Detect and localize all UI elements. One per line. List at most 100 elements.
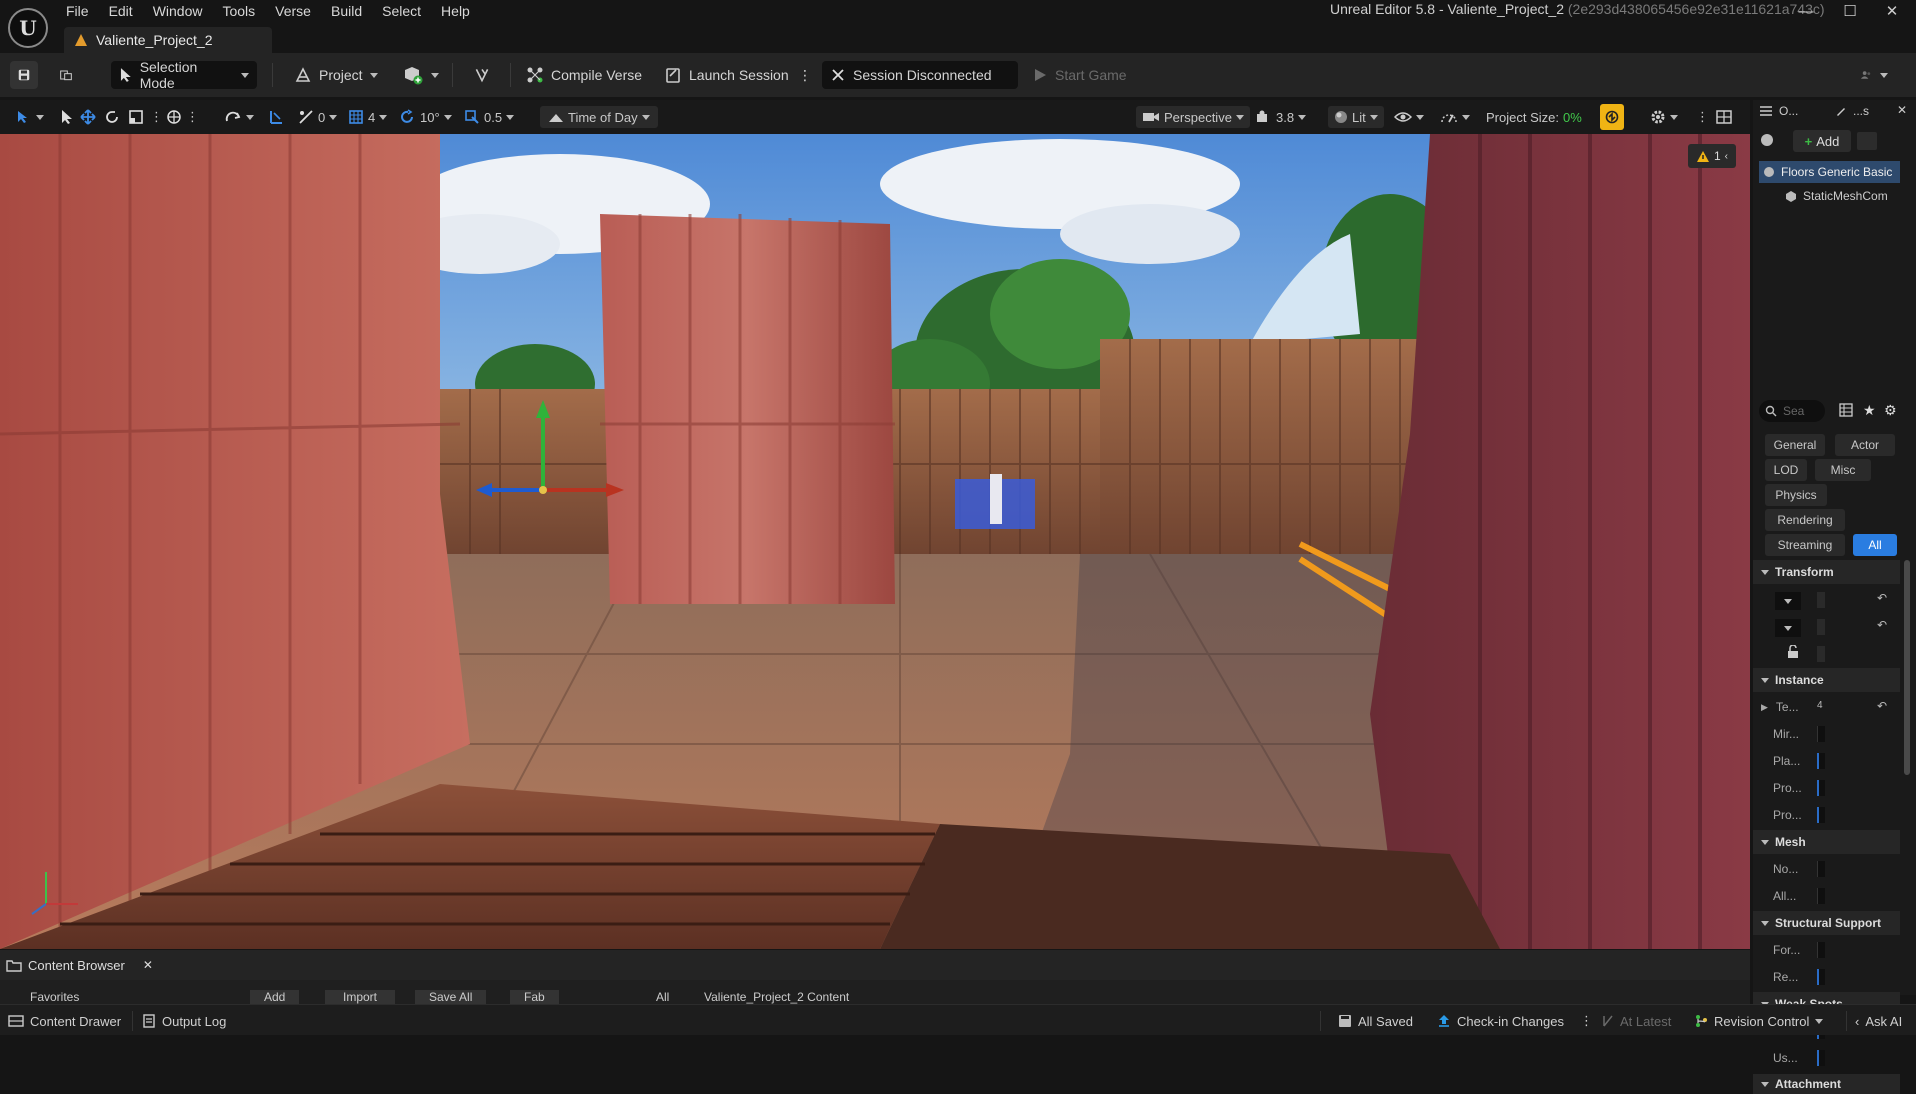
add-content-dropdown[interactable] [394,61,447,89]
transform-section-header[interactable]: Transform [1753,560,1900,584]
filter-lod[interactable]: LOD [1765,459,1807,481]
close-panel-icon[interactable]: ✕ [1897,103,1907,117]
details-search-input[interactable]: Sea [1759,400,1825,422]
property-value[interactable] [1817,969,1825,985]
outliner-item-selected[interactable]: Floors Generic Basic [1759,161,1900,183]
menu-file[interactable]: File [60,3,103,21]
filter-all[interactable]: All [1853,534,1897,556]
lock-icon[interactable] [1787,644,1799,662]
selection-mode-dropdown[interactable]: Selection Mode [111,59,257,91]
more-world-icon[interactable]: ⋮ [186,106,199,128]
menu-verse[interactable]: Verse [269,3,325,21]
camera-speed-dropdown[interactable]: 3.8 [1256,106,1307,128]
filter-general[interactable]: General [1765,434,1825,456]
project-dropdown[interactable]: Project [286,61,386,89]
compile-verse-button[interactable]: Compile Verse [518,61,650,89]
surface-snap-dropdown[interactable] [224,106,254,128]
attachment-section-header[interactable]: Attachment [1753,1074,1900,1094]
show-dropdown[interactable] [1394,106,1424,128]
property-value[interactable]: 4 [1817,700,1823,711]
minimize-icon[interactable]: — [1786,0,1826,22]
structural-section-header[interactable]: Structural Support [1753,911,1900,935]
viewport-options-dropdown[interactable] [16,106,44,128]
select-tool-icon[interactable] [60,106,74,128]
viewport-more-icon[interactable]: ⋮ [1696,106,1709,128]
star-icon[interactable]: ★ [1863,402,1876,419]
fab-button[interactable]: Fab [510,990,559,1004]
path-project[interactable]: Valiente_Project_2 Content [704,990,849,1004]
ask-ai-button[interactable]: ‹ Ask AI [1855,1011,1902,1031]
mesh-section-header[interactable]: Mesh [1753,830,1900,854]
grid-snap-dropdown[interactable]: 4 [348,106,388,128]
menu-window[interactable]: Window [147,3,217,21]
outliner-tab[interactable]: O... [1759,104,1798,118]
time-of-day-dropdown[interactable]: Time of Day [540,106,658,128]
property-value[interactable] [1817,1050,1825,1066]
angle-snap-dropdown[interactable]: 10° [400,106,452,128]
verse-icon[interactable] [466,61,498,89]
all-saved-status[interactable]: All Saved [1338,1011,1413,1031]
realtime-toggle-icon[interactable] [1600,104,1624,130]
content-drawer-button[interactable]: Content Drawer [8,1011,121,1031]
path-all[interactable]: All [656,990,669,1004]
maximize-icon[interactable]: ☐ [1830,0,1870,22]
settings-gear-icon[interactable]: ⚙ [1884,402,1897,419]
translate-tool-icon[interactable] [80,106,96,128]
warning-badge[interactable]: 1 ‹ [1688,144,1736,168]
property-value[interactable] [1817,888,1825,904]
unreal-logo-icon[interactable]: U [8,8,48,48]
property-value[interactable] [1817,780,1825,796]
outliner-item[interactable]: StaticMeshCom [1785,186,1900,206]
menu-help[interactable]: Help [435,3,484,21]
at-latest-status[interactable]: At Latest [1602,1011,1671,1031]
lit-dropdown[interactable]: Lit [1328,106,1384,128]
filter-misc[interactable]: Misc [1815,459,1871,481]
perspective-dropdown[interactable]: Perspective [1136,106,1250,128]
start-game-button[interactable]: Start Game [1024,61,1135,89]
reset-icon[interactable]: ↶ [1877,591,1887,605]
favorites-label[interactable]: Favorites [30,990,79,1004]
menu-build[interactable]: Build [325,3,376,21]
property-value[interactable] [1817,807,1825,823]
checkin-changes-button[interactable]: Check-in Changes [1437,1011,1564,1031]
session-status-button[interactable]: Session Disconnected [822,61,1018,89]
instance-section-header[interactable]: Instance [1753,668,1900,692]
world-space-icon[interactable] [166,106,182,128]
save-all-button[interactable]: Save All [415,990,487,1004]
rotation-dropdown[interactable] [1775,619,1801,637]
details-scrollbar[interactable] [1904,560,1910,775]
property-value[interactable] [1817,942,1825,958]
reset-icon[interactable]: ↶ [1877,699,1887,713]
project-tab[interactable]: Valiente_Project_2 [64,27,272,53]
add-button[interactable]: Add [250,990,300,1004]
scale-tool-icon[interactable] [128,106,144,128]
snap-toggle-icon[interactable] [268,106,284,128]
launch-session-button[interactable]: Launch Session [656,61,797,89]
location-dropdown[interactable] [1775,592,1801,610]
viewport-layout-icon[interactable] [1716,106,1732,128]
more-tools-icon[interactable]: ⋮ [150,106,163,128]
viewport-settings-dropdown[interactable] [1650,106,1678,128]
reset-icon[interactable]: ↶ [1877,618,1887,632]
filter-rendering[interactable]: Rendering [1765,509,1845,531]
scale-snap-dropdown[interactable]: 0.5 [464,106,515,128]
save-icon[interactable] [10,61,38,89]
filter-physics[interactable]: Physics [1765,484,1827,506]
menu-tools[interactable]: Tools [216,3,269,21]
property-value[interactable] [1817,861,1825,877]
actor-icon[interactable] [1759,132,1777,150]
details-tab[interactable]: ...s [1835,104,1869,118]
menu-edit[interactable]: Edit [103,3,147,21]
import-button[interactable]: Import [325,990,396,1004]
output-log-button[interactable]: Output Log [142,1011,226,1031]
property-value[interactable] [1817,726,1825,742]
content-browser-tab[interactable]: Content Browser ✕ [6,952,153,978]
filter-actor[interactable]: Actor [1835,434,1895,456]
filter-streaming[interactable]: Streaming [1765,534,1845,556]
expand-arrow-icon[interactable]: ▶ [1761,702,1768,713]
close-tab-icon[interactable]: ✕ [143,958,153,972]
add-component-button[interactable]: + Add [1793,130,1851,152]
revision-control-dropdown[interactable]: Revision Control [1694,1011,1824,1031]
close-icon[interactable]: ✕ [1872,0,1912,22]
property-value[interactable] [1817,753,1825,769]
